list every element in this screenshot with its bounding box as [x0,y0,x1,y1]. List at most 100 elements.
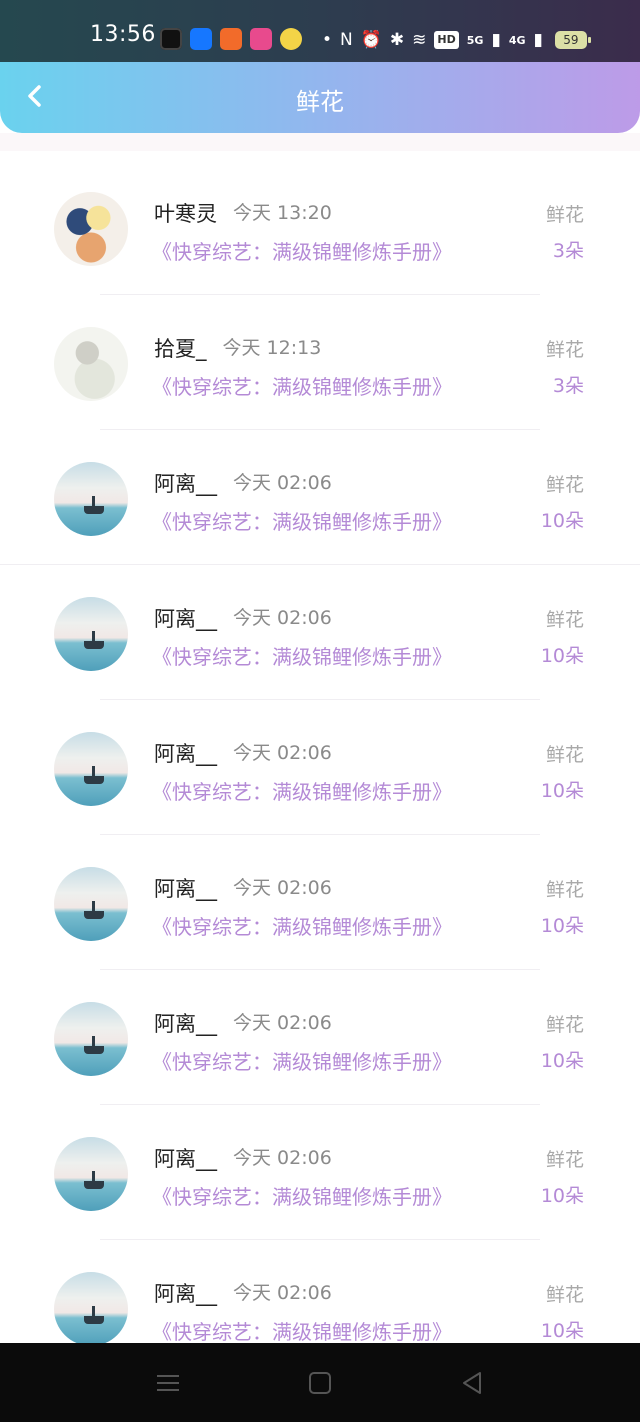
gift-count: 3朵 [552,375,584,397]
avatar[interactable] [54,732,128,806]
signal-bars-icon: ▮ [533,30,543,50]
gift-count: 10朵 [540,1185,584,1207]
gift-type: 鲜花 [545,339,584,361]
user-name[interactable]: 阿离__ [154,603,217,633]
user-name[interactable]: 阿离__ [154,738,217,768]
avatar[interactable] [54,1137,128,1211]
list-item[interactable]: 阿离__ 今天 02:06 《快穿综艺：满级锦鲤修炼手册》 鲜花 10朵 [0,430,640,565]
gift-time: 今天 02:06 [233,742,332,764]
menu-button[interactable] [154,1369,182,1397]
book-title-link[interactable]: 《快穿综艺：满级锦鲤修炼手册》 [152,911,452,940]
alipay-icon [190,28,212,50]
book-title-link[interactable]: 《快穿综艺：满级锦鲤修炼手册》 [152,1046,452,1075]
dot-icon: • [322,30,333,50]
status-bar: 13:56 • N ⏰ ✱ ≋ HD 5G ▮ 4G ▮ 59 [0,0,640,62]
gift-count: 10朵 [540,915,584,937]
user-name[interactable]: 阿离__ [154,1278,217,1308]
avatar[interactable] [54,1002,128,1076]
book-title-link[interactable]: 《快穿综艺：满级锦鲤修炼手册》 [152,641,452,670]
status-indicators: • N ⏰ ✱ ≋ HD 5G ▮ 4G ▮ 59 [322,26,591,54]
back-triangle-icon [463,1372,481,1394]
gift-type: 鲜花 [545,474,584,496]
boat-silhouette-icon [84,1171,104,1189]
gift-type: 鲜花 [545,204,584,226]
list-item[interactable]: 拾夏_ 今天 12:13 《快穿综艺：满级锦鲤修炼手册》 鲜花 3朵 [0,295,640,430]
user-name[interactable]: 阿离__ [154,873,217,903]
page-header: 鲜花 [0,62,640,133]
avatar[interactable] [54,462,128,536]
boat-silhouette-icon [84,901,104,919]
status-app-icons [160,28,302,50]
home-icon [309,1372,331,1394]
back-nav-button[interactable] [458,1369,486,1397]
gift-count: 10朵 [540,645,584,667]
boat-silhouette-icon [84,766,104,784]
bluetooth-icon: ✱ [389,30,405,50]
avatar[interactable] [54,867,128,941]
page-title: 鲜花 [296,88,344,116]
avatar[interactable] [54,1272,128,1346]
list-item[interactable]: 阿离__ 今天 02:06 《快穿综艺：满级锦鲤修炼手册》 鲜花 10朵 [0,565,640,700]
gift-type: 鲜花 [545,1284,584,1306]
gift-count: 10朵 [540,1320,584,1342]
chat-app-icon [280,28,302,50]
signal-5g-label: 5G [466,33,484,47]
book-title-link[interactable]: 《快穿综艺：满级锦鲤修炼手册》 [152,776,452,805]
boat-silhouette-icon [84,496,104,514]
gift-time: 今天 02:06 [233,607,332,629]
book-title-link[interactable]: 《快穿综艺：满级锦鲤修炼手册》 [152,506,452,535]
list-item[interactable]: 阿离__ 今天 02:06 《快穿综艺：满级锦鲤修炼手册》 鲜花 10朵 [0,700,640,835]
boat-silhouette-icon [84,1306,104,1324]
flower-gift-list: 叶寒灵 今天 13:20 《快穿综艺：满级锦鲤修炼手册》 鲜花 3朵 拾夏_ 今天 12:1… [0,160,640,1375]
battery-indicator: 59 [554,31,591,49]
book-title-link[interactable]: 《快穿综艺：满级锦鲤修炼手册》 [152,1316,452,1345]
header-shadow-strip [0,133,640,151]
gift-count: 10朵 [540,1050,584,1072]
alarm-icon: ⏰ [360,30,382,50]
book-title-link[interactable]: 《快穿综艺：满级锦鲤修炼手册》 [152,236,452,265]
menu-icon [157,1375,179,1391]
list-item[interactable]: 阿离__ 今天 02:06 《快穿综艺：满级锦鲤修炼手册》 鲜花 10朵 [0,835,640,970]
gift-type: 鲜花 [545,879,584,901]
gift-time: 今天 02:06 [233,877,332,899]
book-title-link[interactable]: 《快穿综艺：满级锦鲤修炼手册》 [152,371,452,400]
boat-silhouette-icon [84,631,104,649]
tiktok-icon [160,28,182,50]
gift-time: 今天 02:06 [233,1282,332,1304]
nfc-icon: N [340,30,353,50]
list-item[interactable]: 阿离__ 今天 02:06 《快穿综艺：满级锦鲤修炼手册》 鲜花 10朵 [0,1105,640,1240]
user-name[interactable]: 叶寒灵 [154,198,217,228]
system-nav-bar [0,1343,640,1422]
user-name[interactable]: 阿离__ [154,1008,217,1038]
gift-time: 今天 02:06 [233,1012,332,1034]
gift-type: 鲜花 [545,1014,584,1036]
gift-time: 今天 02:06 [233,472,332,494]
signal-4g-label: 4G [508,33,526,47]
gift-count: 3朵 [552,240,584,262]
user-name[interactable]: 阿离__ [154,468,217,498]
gift-time: 今天 12:13 [222,337,322,359]
gift-type: 鲜花 [545,609,584,631]
user-name[interactable]: 阿离__ [154,1143,217,1173]
signal-bars-icon: ▮ [491,30,501,50]
boat-silhouette-icon [84,1036,104,1054]
gift-type: 鲜花 [545,744,584,766]
user-name[interactable]: 拾夏_ [154,333,207,363]
book-title-link[interactable]: 《快穿综艺：满级锦鲤修炼手册》 [152,1181,452,1210]
gift-count: 10朵 [540,780,584,802]
gift-type: 鲜花 [545,1149,584,1171]
avatar[interactable] [54,327,128,401]
hd-badge: HD [434,31,459,49]
app-grid-icon [220,28,242,50]
list-item[interactable]: 阿离__ 今天 02:06 《快穿综艺：满级锦鲤修炼手册》 鲜花 10朵 [0,970,640,1105]
wifi-icon: ≋ [412,30,427,50]
gift-count: 10朵 [540,510,584,532]
gift-time: 今天 02:06 [233,1147,332,1169]
gift-time: 今天 13:20 [233,202,332,224]
avatar[interactable] [54,192,128,266]
status-time: 13:56 [90,22,156,47]
shop-icon [250,28,272,50]
home-button[interactable] [306,1369,334,1397]
avatar[interactable] [54,597,128,671]
list-item[interactable]: 叶寒灵 今天 13:20 《快穿综艺：满级锦鲤修炼手册》 鲜花 3朵 [0,160,640,295]
